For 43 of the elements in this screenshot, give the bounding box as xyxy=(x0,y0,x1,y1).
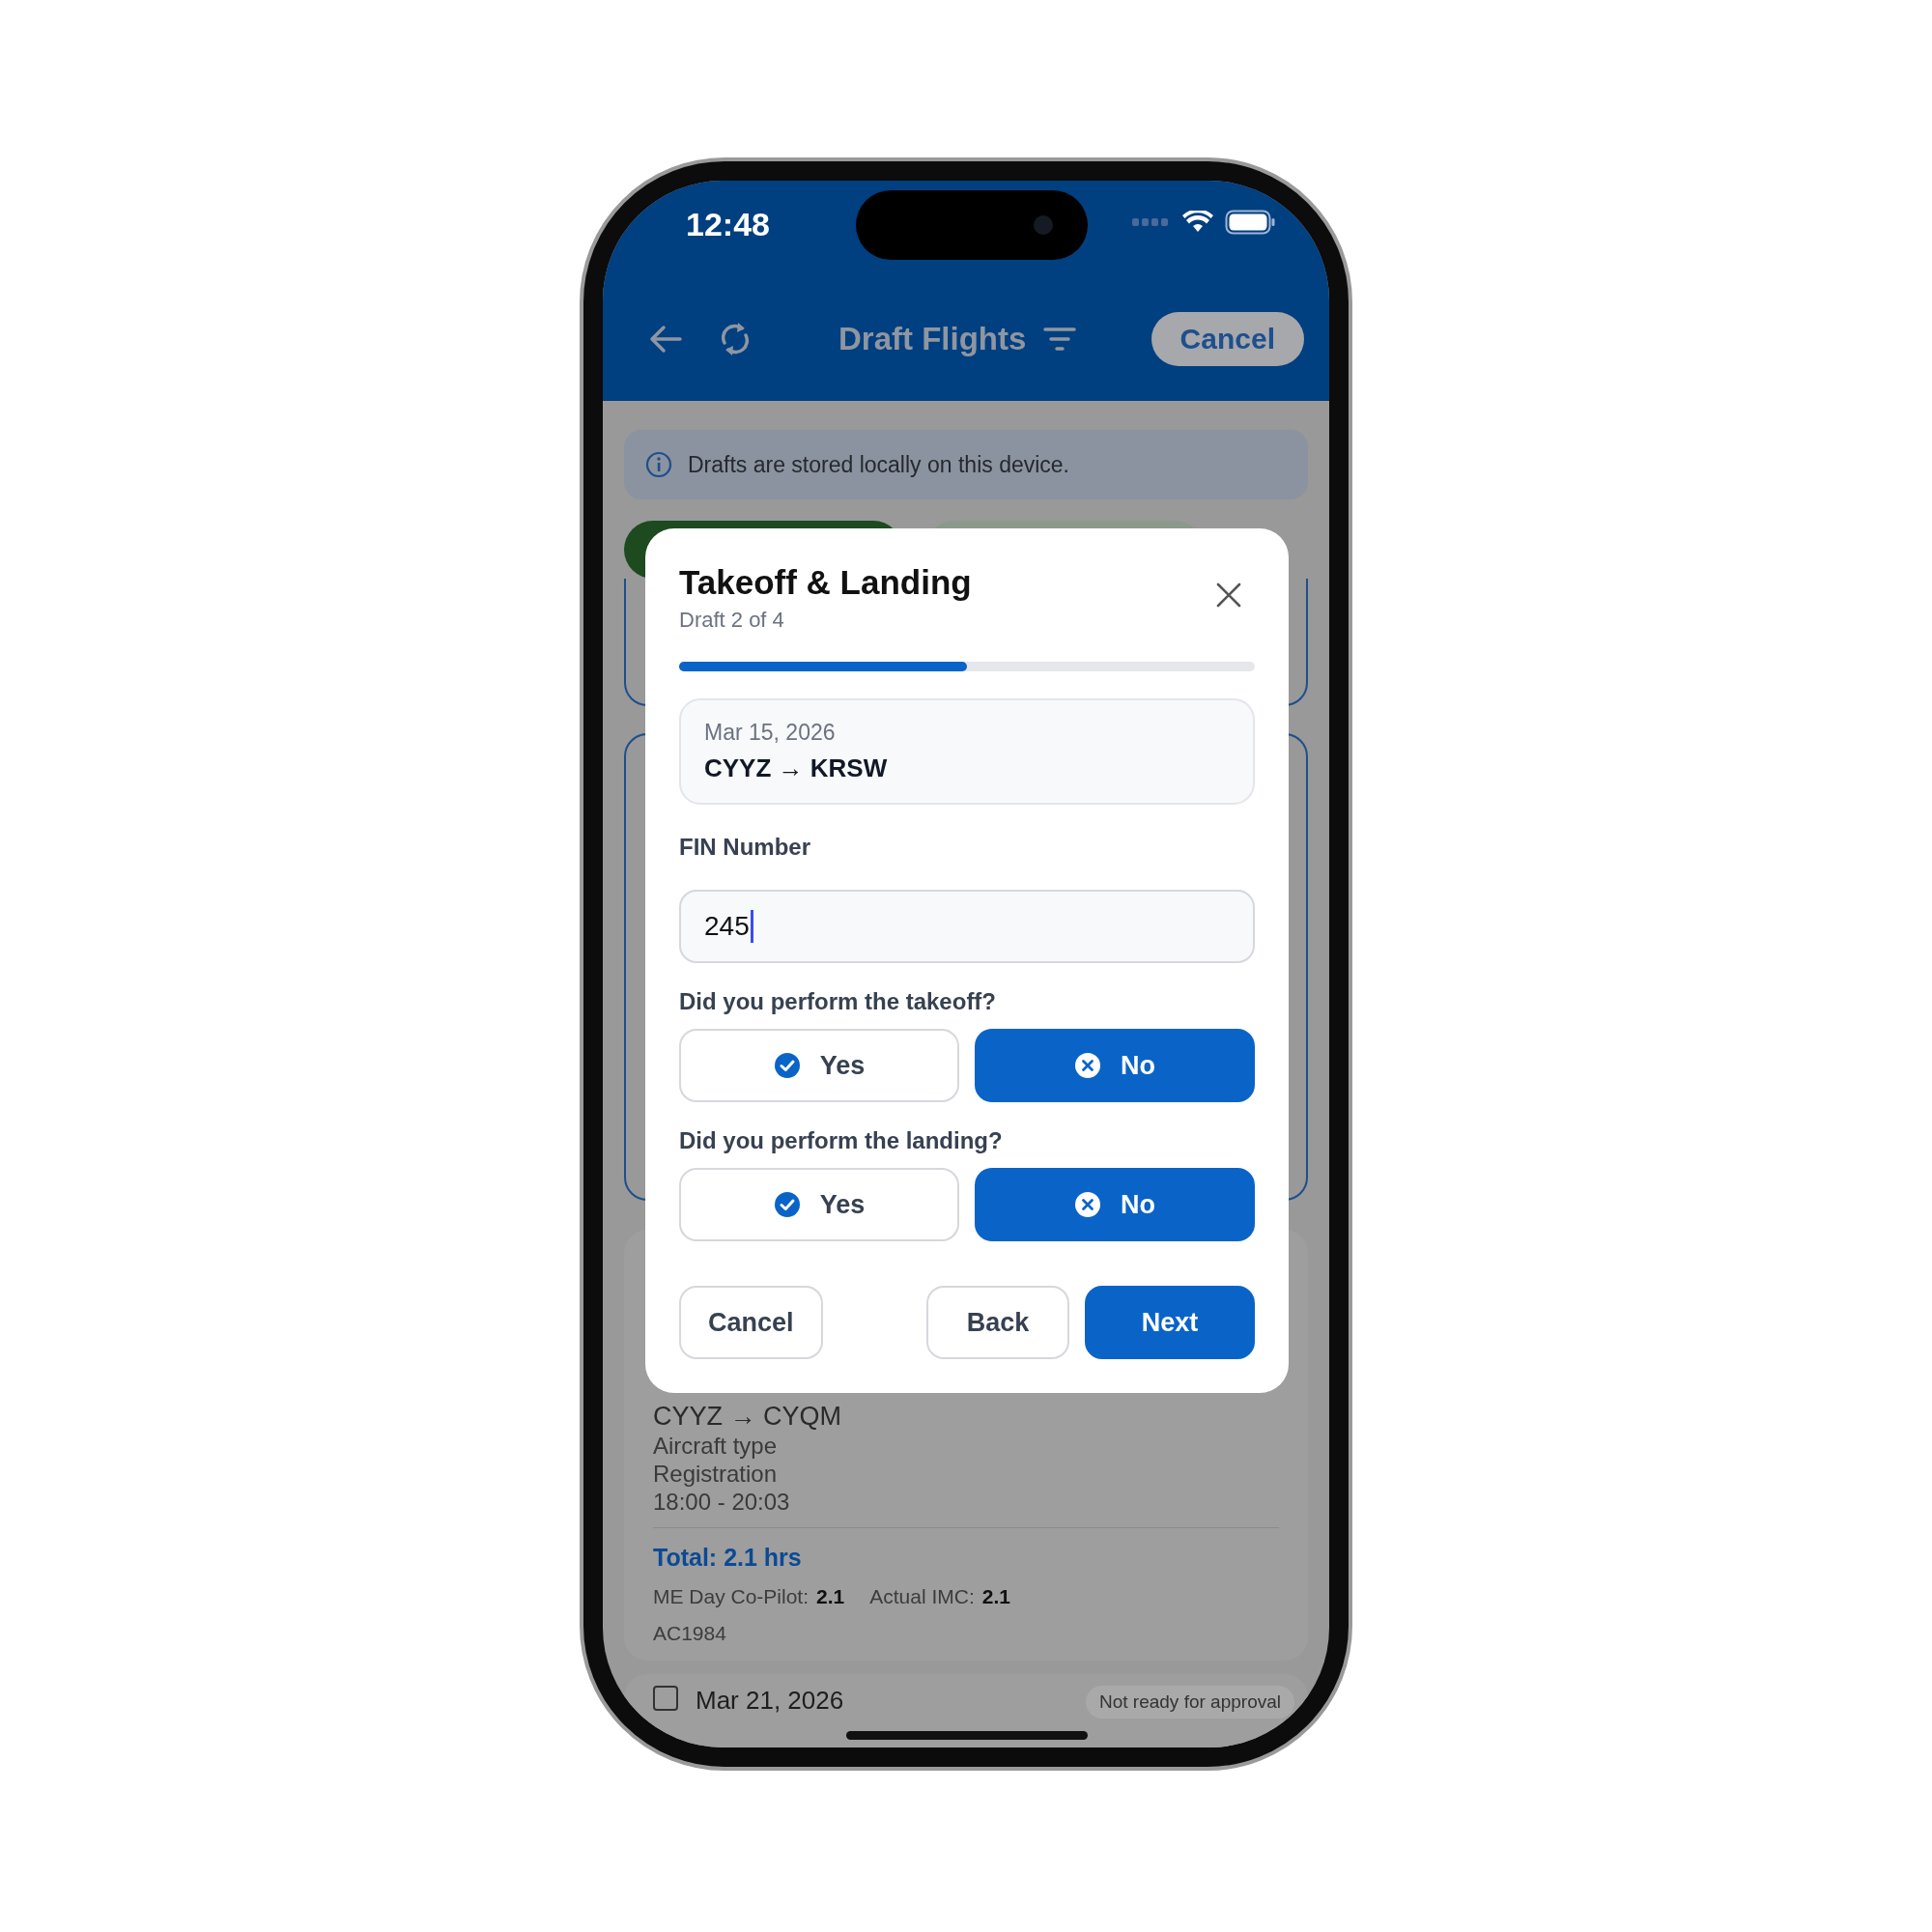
detail-text: Registration xyxy=(653,1460,779,1488)
status-badge: Not ready for approval xyxy=(1086,1686,1294,1719)
x-circle-icon xyxy=(1074,1052,1101,1079)
dialog-button[interactable]: Cancel xyxy=(679,1286,823,1359)
flight-date: Mar 15, 2026 xyxy=(704,720,837,746)
detail-text: 18:00 - 20:03 xyxy=(653,1488,791,1516)
battery-icon xyxy=(1225,210,1275,235)
input-field[interactable]: 245 xyxy=(679,890,1255,963)
page-title: Draft Flights xyxy=(838,321,1027,357)
info-icon xyxy=(645,451,672,478)
filter-icon[interactable] xyxy=(1043,327,1077,352)
stat-label: Actual IMC: xyxy=(869,1585,975,1608)
detail-text: Aircraft type xyxy=(653,1432,779,1460)
status-time: 12:48 xyxy=(686,206,770,243)
route-text: CYYZ → KRSW xyxy=(704,753,889,783)
option-button[interactable]: No xyxy=(975,1168,1255,1241)
refresh-icon[interactable] xyxy=(719,320,752,358)
stat-value: 2.1 xyxy=(981,1585,1010,1608)
field-label: FIN Number xyxy=(679,834,811,861)
option-button[interactable]: Yes xyxy=(679,1029,959,1102)
total-hours: Total: 2.1 hrs xyxy=(653,1544,803,1572)
check-icon xyxy=(773,1191,801,1218)
stat-label: ME Day Co-Pilot: xyxy=(653,1585,810,1608)
stat-value: 2.1 xyxy=(816,1585,845,1608)
option-button[interactable]: Yes xyxy=(679,1168,959,1241)
option-button[interactable]: No xyxy=(975,1029,1255,1102)
close-icon[interactable] xyxy=(1216,582,1241,608)
next-button[interactable]: Next xyxy=(1085,1286,1255,1359)
x-circle-icon xyxy=(1074,1191,1101,1218)
checkbox[interactable] xyxy=(653,1686,678,1711)
wifi-icon xyxy=(1182,211,1213,234)
dialog-subtitle: Draft 2 of 4 xyxy=(679,608,785,633)
back-arrow-icon[interactable] xyxy=(649,325,682,354)
question-text: Did you perform the takeoff? xyxy=(679,988,998,1015)
info-text: Drafts are stored locally on this device. xyxy=(688,451,1069,478)
dialog-button[interactable]: Back xyxy=(926,1286,1069,1359)
date-text: Mar 21, 2026 xyxy=(696,1686,844,1716)
route-text: CYYZ → CYQM xyxy=(653,1402,842,1432)
flight-number: AC1984 xyxy=(653,1622,727,1645)
signal-icon xyxy=(1132,218,1171,226)
question-text: Did you perform the landing? xyxy=(679,1127,1004,1154)
check-icon xyxy=(773,1052,801,1079)
dialog-title: Takeoff & Landing xyxy=(679,563,972,602)
